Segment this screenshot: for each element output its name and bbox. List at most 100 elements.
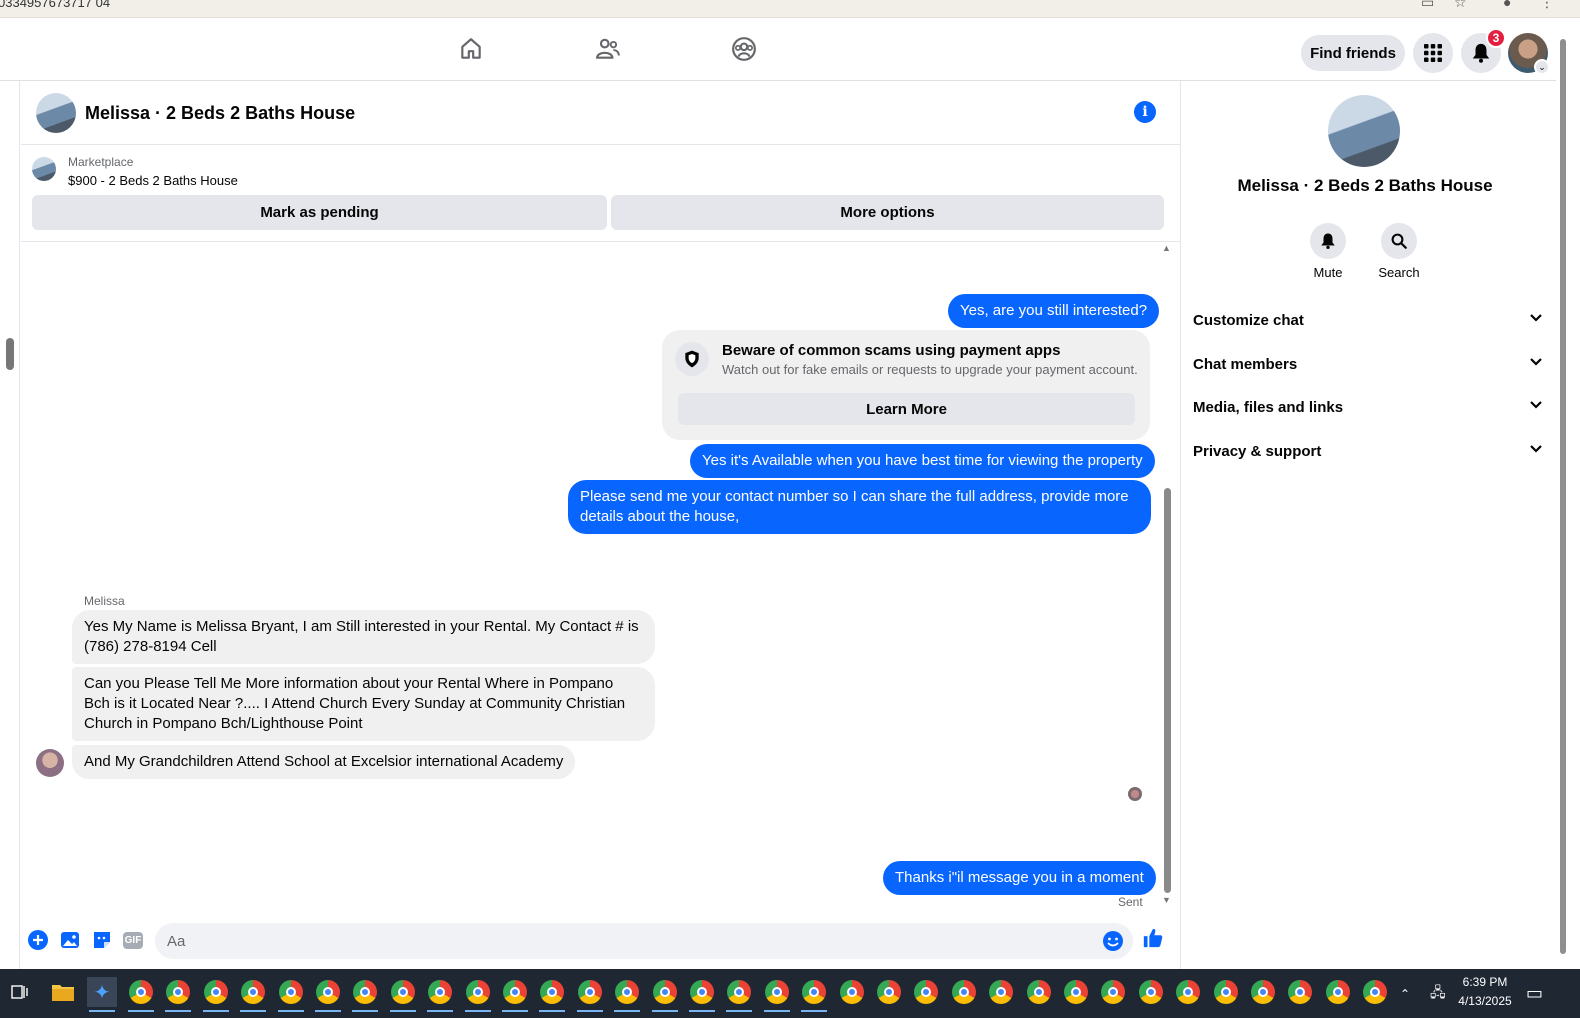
message-bubble-out[interactable]: Thanks i"il message you in a moment — [883, 861, 1156, 895]
chrome-taskbar-icon[interactable] — [1061, 977, 1091, 1007]
sticker-icon[interactable] — [91, 929, 113, 951]
profile-icon[interactable]: ● — [1503, 0, 1511, 10]
chrome-taskbar-icon[interactable] — [687, 977, 717, 1012]
chrome-taskbar-icon[interactable] — [276, 977, 306, 1012]
chrome-logo-icon — [203, 980, 228, 1004]
left-scroll-thumb[interactable] — [6, 338, 14, 370]
chrome-taskbar-icon[interactable] — [949, 977, 979, 1007]
chrome-taskbar-icon[interactable] — [537, 977, 567, 1012]
chrome-taskbar-icon[interactable] — [762, 977, 792, 1012]
message-bubble-in[interactable]: Yes My Name is Melissa Bryant, I am Stil… — [72, 610, 655, 664]
learn-more-button[interactable]: Learn More — [678, 393, 1135, 425]
pinned-app-icon[interactable]: ✦ — [87, 977, 117, 1012]
chat-avatar[interactable] — [36, 93, 76, 133]
section-privacy-support[interactable]: Privacy & support — [1193, 431, 1543, 471]
page-scrollbar[interactable] — [1556, 19, 1580, 969]
chrome-taskbar-icon[interactable] — [724, 977, 754, 1012]
chrome-taskbar-icon[interactable] — [1323, 977, 1353, 1007]
chrome-logo-icon — [1026, 980, 1051, 1004]
mark-pending-button[interactable]: Mark as pending — [32, 195, 607, 230]
chrome-taskbar-icon[interactable] — [388, 977, 418, 1012]
emoji-icon[interactable] — [1102, 930, 1124, 952]
search-action[interactable]: Search — [1369, 223, 1429, 280]
section-customize-chat[interactable]: Customize chat — [1193, 300, 1543, 340]
message-bubble-out[interactable]: Please send me your contact number so I … — [568, 480, 1151, 534]
chrome-logo-icon — [1064, 980, 1088, 1004]
chrome-taskbar-icon[interactable] — [911, 977, 941, 1007]
groups-icon[interactable] — [728, 33, 760, 65]
chrome-taskbar-icon[interactable] — [1248, 977, 1278, 1007]
network-icon[interactable]: 🖧 — [1430, 969, 1446, 1018]
chat-scrollbar[interactable]: ▲ ▼ — [1162, 243, 1172, 913]
chrome-taskbar-icon[interactable] — [837, 977, 867, 1007]
browser-menu-icon[interactable]: ⋮ — [1540, 0, 1554, 11]
bookmark-star-icon[interactable]: ☆ — [1454, 0, 1467, 11]
chrome-logo-icon — [278, 980, 303, 1004]
file-explorer-icon[interactable] — [48, 977, 78, 1007]
plus-icon[interactable] — [27, 929, 49, 951]
like-thumb-icon[interactable] — [1142, 927, 1164, 949]
photo-icon[interactable] — [59, 929, 81, 951]
chrome-logo-icon — [1101, 980, 1126, 1004]
info-icon[interactable]: i — [1134, 101, 1156, 123]
chrome-taskbar-icon[interactable] — [650, 977, 680, 1012]
chrome-logo-icon — [428, 980, 453, 1004]
chrome-taskbar-icon[interactable] — [500, 977, 530, 1012]
section-media-files-links[interactable]: Media, files and links — [1193, 387, 1543, 427]
chrome-taskbar-icon[interactable] — [1024, 977, 1054, 1007]
chrome-taskbar-icon[interactable] — [126, 977, 156, 1012]
task-view-icon[interactable] — [5, 977, 35, 1007]
menu-grid-icon[interactable] — [1413, 33, 1453, 73]
listing-price-title[interactable]: $900 - 2 Beds 2 Baths House — [68, 173, 238, 188]
search-icon[interactable] — [1381, 223, 1417, 259]
chrome-taskbar-icon[interactable] — [575, 977, 605, 1012]
cast-icon[interactable]: ▭ — [1421, 0, 1434, 11]
page-scroll-thumb[interactable] — [1560, 39, 1566, 954]
chrome-taskbar-icon[interactable] — [425, 977, 455, 1012]
gif-icon[interactable]: GIF — [122, 929, 144, 951]
message-input[interactable] — [167, 923, 1087, 959]
listing-thumbnail[interactable] — [32, 157, 56, 181]
chrome-taskbar-icon[interactable] — [463, 977, 493, 1012]
home-icon[interactable] — [455, 33, 487, 65]
chrome-taskbar-icon[interactable] — [163, 977, 193, 1012]
chrome-taskbar-icon[interactable] — [313, 977, 343, 1012]
chrome-taskbar-icon[interactable] — [238, 977, 268, 1012]
tray-chevron-icon[interactable]: ⌃ — [1400, 969, 1410, 1018]
mute-bell-icon[interactable] — [1310, 223, 1346, 259]
mute-action[interactable]: Mute — [1298, 223, 1358, 280]
action-center-icon[interactable]: ▭ — [1526, 969, 1543, 1018]
chrome-taskbar-icon[interactable] — [1136, 977, 1166, 1007]
chrome-taskbar-icon[interactable] — [612, 977, 642, 1012]
taskbar-clock[interactable]: 6:39 PM 4/13/2025 — [1450, 973, 1520, 1011]
chrome-taskbar-icon[interactable] — [1173, 977, 1203, 1007]
chrome-taskbar-icon[interactable] — [1285, 977, 1315, 1007]
chrome-taskbar-icon[interactable] — [1360, 977, 1390, 1007]
friends-icon[interactable] — [592, 33, 624, 65]
open-window-indicator — [315, 1010, 341, 1012]
scroll-up-arrow-icon[interactable]: ▲ — [1162, 243, 1171, 253]
url-text[interactable]: 0334957673717 04 — [0, 0, 110, 10]
message-bubble-out[interactable]: Yes, are you still interested? — [948, 294, 1160, 328]
panel-avatar[interactable] — [1328, 95, 1400, 167]
chrome-taskbar-icon[interactable] — [1211, 977, 1241, 1007]
account-chevron-icon[interactable]: ⌄ — [1534, 59, 1550, 75]
sender-avatar[interactable] — [36, 749, 64, 777]
scroll-down-arrow-icon[interactable]: ▼ — [1162, 895, 1171, 905]
more-options-button[interactable]: More options — [611, 195, 1164, 230]
chat-window: Melissa · 2 Beds 2 Baths House i Marketp… — [21, 81, 1181, 969]
message-bubble-in[interactable]: Can you Please Tell Me More information … — [72, 667, 655, 741]
chat-scroll-thumb[interactable] — [1164, 488, 1171, 893]
find-friends-button[interactable]: Find friends — [1301, 35, 1405, 71]
chrome-taskbar-icon[interactable] — [874, 977, 904, 1007]
chrome-taskbar-icon[interactable] — [986, 977, 1016, 1007]
message-bubble-out[interactable]: Yes it's Available when you have best ti… — [690, 444, 1155, 478]
chat-title[interactable]: Melissa · 2 Beds 2 Baths House — [85, 103, 355, 124]
section-chat-members[interactable]: Chat members — [1193, 344, 1543, 384]
chrome-taskbar-icon[interactable] — [799, 977, 829, 1012]
message-bubble-in[interactable]: And My Grandchildren Attend School at Ex… — [72, 745, 576, 779]
message-input-box[interactable] — [155, 923, 1133, 959]
chrome-taskbar-icon[interactable] — [350, 977, 380, 1012]
chrome-taskbar-icon[interactable] — [1098, 977, 1128, 1007]
chrome-taskbar-icon[interactable] — [201, 977, 231, 1012]
